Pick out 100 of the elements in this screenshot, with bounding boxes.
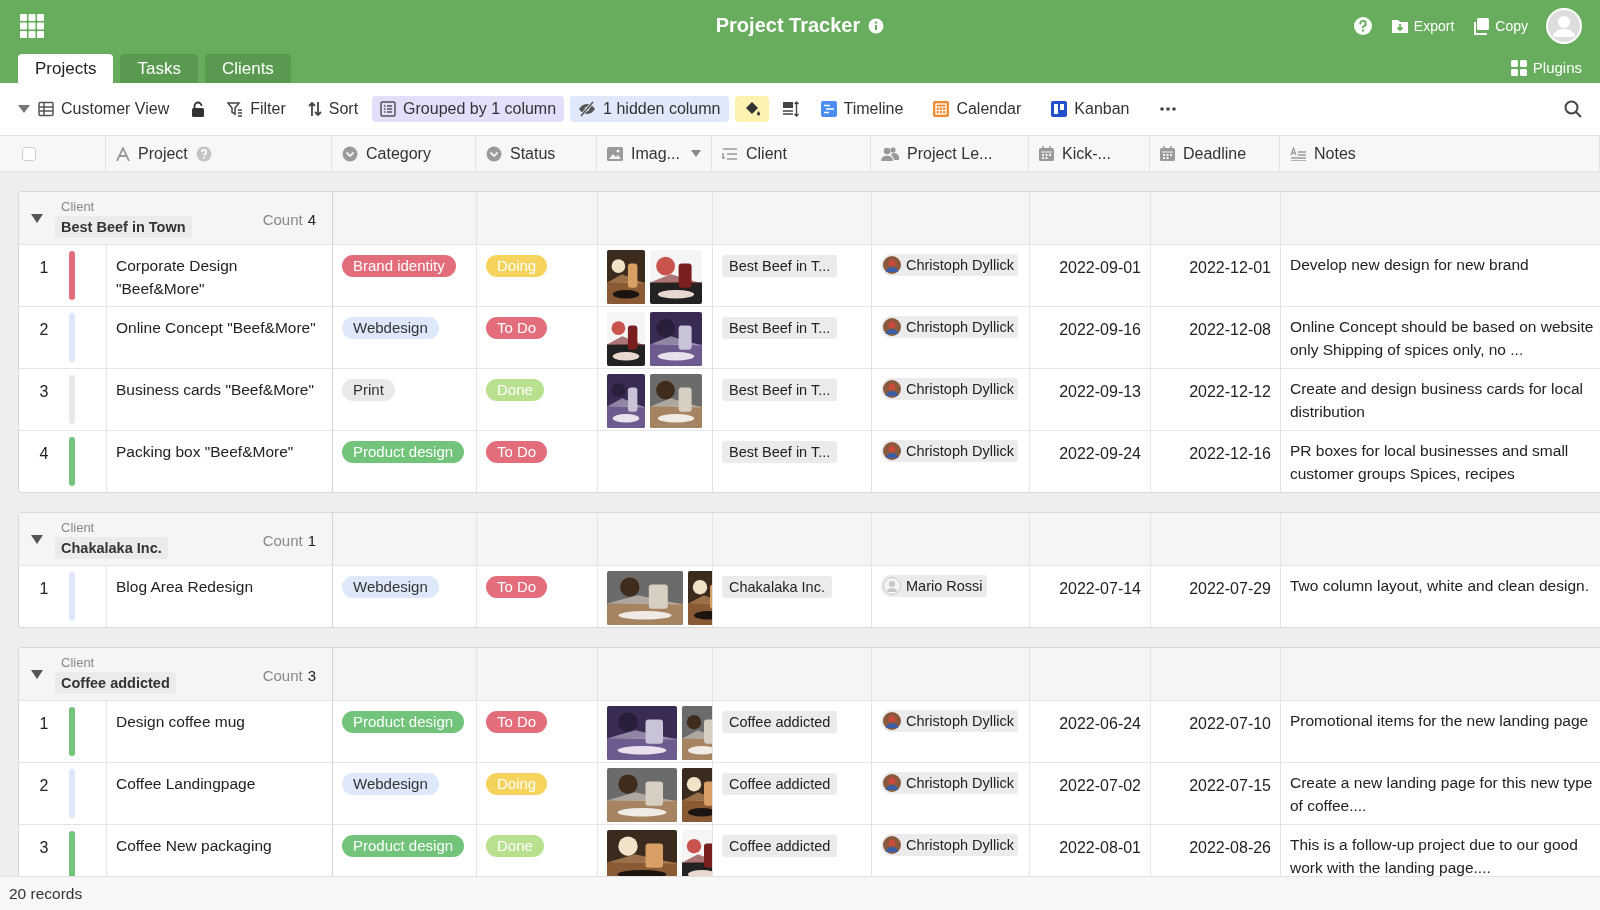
kanban-icon — [1051, 101, 1068, 117]
client-tag: Coffee addicted — [722, 711, 838, 733]
filter-icon — [227, 101, 244, 117]
link-list-icon — [722, 146, 738, 161]
timeline-view-button[interactable]: Timeline — [812, 96, 912, 122]
date-cell: 2022-09-01 — [1030, 245, 1151, 306]
tab[interactable]: Projects — [18, 54, 114, 83]
group-name: Chakalaka Inc. — [55, 536, 168, 559]
notes-cell: Two column layout, white and clean design. — [1281, 566, 1600, 627]
group-name: Coffee addicted — [55, 671, 176, 694]
person-name: Mario Rossi — [906, 577, 983, 596]
client-tag: Coffee addicted — [722, 835, 838, 857]
column-header[interactable]: Status — [476, 136, 597, 171]
user-avatar-icon[interactable] — [1546, 8, 1582, 44]
date-cell: 2022-12-08 — [1151, 307, 1281, 368]
more-icon[interactable] — [1159, 106, 1178, 112]
help-icon[interactable] — [1352, 16, 1373, 36]
kanban-view-button[interactable]: Kanban — [1043, 96, 1138, 122]
plugins-icon — [1510, 59, 1527, 76]
project-name: Corporate Design "Beef&More" — [116, 257, 238, 297]
row-number: 3 — [38, 382, 50, 402]
column-header[interactable]: Imag... — [597, 136, 712, 171]
column-header[interactable]: Client — [712, 136, 871, 171]
category-tag: Product design — [342, 441, 465, 463]
count-value: 4 — [307, 210, 316, 228]
column-header[interactable]: Notes — [1280, 136, 1600, 171]
search-icon[interactable] — [1564, 100, 1582, 118]
column-label: Project Le... — [907, 144, 993, 163]
people-icon — [881, 145, 899, 162]
column-label: Kick-... — [1062, 144, 1111, 163]
status-tag: To Do — [486, 441, 548, 463]
select-all-checkbox[interactable] — [22, 146, 36, 161]
category-tag: Product design — [342, 711, 465, 733]
project-name: Blog Area Redesign — [116, 578, 253, 595]
date-cell: 2022-07-14 — [1030, 566, 1151, 627]
date-cell: 2022-12-16 — [1151, 431, 1281, 492]
date-cell: 2022-06-24 — [1030, 701, 1151, 762]
row-height-icon[interactable] — [782, 101, 799, 117]
client-tag: Best Beef in T... — [722, 379, 838, 401]
status-tag: To Do — [486, 576, 548, 598]
notes-cell: Develop new design for new brand — [1281, 245, 1600, 306]
row-number: 3 — [38, 838, 50, 858]
category-tag: Webdesign — [342, 576, 439, 598]
notes-cell: Online Concept should be based on website only Shipping of spices only, no ... — [1281, 307, 1600, 368]
group-field-label: Client — [60, 519, 96, 535]
window-title: Project Tracker — [715, 14, 861, 37]
hidden-eye-icon — [578, 101, 597, 117]
row-number: 2 — [38, 320, 50, 340]
project-name: Coffee Landingpage — [116, 775, 256, 792]
client-tag: Best Beef in T... — [722, 441, 838, 463]
status-tag: To Do — [486, 711, 548, 733]
apps-grid-icon[interactable] — [20, 14, 44, 38]
text-field-icon — [116, 146, 130, 161]
sort-button[interactable]: Sort — [299, 96, 367, 122]
hidden-button[interactable]: 1 hidden column — [570, 96, 729, 122]
date-cell: 2022-12-01 — [1151, 245, 1281, 306]
status-tag: Doing — [486, 255, 548, 277]
count-value: 3 — [307, 666, 316, 684]
column-header[interactable]: Project — [106, 136, 332, 171]
status-tag: Done — [486, 379, 544, 401]
dropdown-caret-icon[interactable] — [18, 105, 30, 113]
project-name: Design coffee mug — [116, 713, 245, 730]
copy-icon — [1472, 17, 1491, 35]
single-select-icon — [486, 145, 502, 162]
person-name: Christoph Dyllick — [906, 836, 1014, 855]
count-label: Count — [262, 666, 303, 684]
date-cell: 2022-07-10 — [1151, 701, 1281, 762]
paint-button[interactable] — [734, 96, 769, 122]
date-cell: 2022-09-16 — [1030, 307, 1151, 368]
help-icon — [195, 145, 212, 162]
column-header[interactable]: Kick-... — [1029, 136, 1150, 171]
count-value: 1 — [307, 531, 316, 549]
column-header[interactable]: Category — [332, 136, 476, 171]
export-icon — [1390, 17, 1409, 35]
calendar-icon — [1160, 146, 1175, 161]
group-field-label: Client — [60, 198, 96, 214]
filter-button[interactable]: Filter — [219, 96, 294, 122]
client-tag: Best Beef in T... — [722, 255, 838, 277]
person-name: Christoph Dyllick — [906, 442, 1014, 461]
view-button[interactable]: Customer View — [30, 96, 178, 122]
collapse-toggle-icon[interactable] — [31, 669, 43, 679]
column-header[interactable]: Deadline — [1150, 136, 1280, 171]
project-name: Business cards "Beef&More" — [116, 381, 314, 398]
count-label: Count — [262, 531, 303, 549]
person-name: Christoph Dyllick — [906, 256, 1014, 275]
person-name: Christoph Dyllick — [906, 774, 1014, 793]
category-tag: Webdesign — [342, 317, 439, 339]
column-header[interactable]: Project Le... — [871, 136, 1029, 171]
project-name: Packing box "Beef&More" — [116, 443, 294, 460]
collapse-toggle-icon[interactable] — [31, 213, 43, 223]
dropdown-caret-icon[interactable] — [691, 150, 701, 157]
collapse-toggle-icon[interactable] — [31, 534, 43, 544]
column-label: Deadline — [1183, 144, 1247, 163]
single-select-icon — [342, 145, 358, 162]
group-name: Best Beef in Town — [55, 215, 192, 238]
calendar-view-button[interactable]: Calendar — [925, 96, 1030, 122]
date-cell: 2022-09-24 — [1030, 431, 1151, 492]
lock-icon[interactable] — [191, 101, 206, 117]
group-button[interactable]: Grouped by 1 column — [372, 96, 565, 122]
group-icon — [380, 101, 397, 117]
